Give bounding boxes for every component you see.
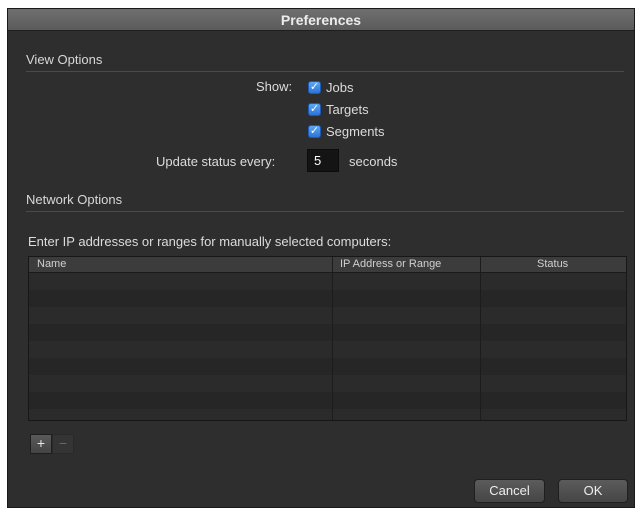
network-options-title: Network Options [26,192,123,207]
seconds-label: seconds [349,154,398,169]
table-row [29,392,626,409]
jobs-label: Jobs [326,79,354,95]
checkmark-icon: ✓ [309,102,320,115]
segments-label: Segments [326,123,385,139]
targets-checkbox-row[interactable]: ✓ Targets [308,100,369,118]
checkmark-icon: ✓ [309,124,320,137]
table-header: Name IP Address or Range Status [29,257,626,273]
targets-checkbox[interactable]: ✓ [308,102,321,116]
segments-checkbox-row[interactable]: ✓ Segments [308,122,385,140]
network-options-divider [26,211,624,212]
cancel-button[interactable]: Cancel [474,479,545,503]
show-label: Show: [256,79,293,94]
ip-instruction-text: Enter IP addresses or ranges for manuall… [28,234,392,249]
jobs-checkbox[interactable]: ✓ [308,80,321,94]
table-row [29,273,626,290]
targets-label: Targets [326,101,369,117]
ok-button[interactable]: OK [558,479,628,503]
jobs-checkbox-row[interactable]: ✓ Jobs [308,78,353,96]
column-divider [480,257,481,420]
column-header-name[interactable]: Name [37,258,66,270]
table-row [29,324,626,341]
checkmark-icon: ✓ [309,80,320,93]
table-row [29,307,626,324]
table-row [29,290,626,307]
column-header-status[interactable]: Status [537,258,568,270]
view-options-title: View Options [26,52,103,67]
remove-button[interactable]: − [52,434,74,454]
add-button[interactable]: + [30,434,52,454]
segments-checkbox[interactable]: ✓ [308,124,321,138]
window-title: Preferences [280,12,362,28]
title-bar: Preferences [8,9,634,31]
table-row [29,358,626,375]
table-row [29,409,626,420]
computers-table[interactable]: Name IP Address or Range Status [28,256,627,421]
update-interval-field[interactable]: 5 [307,149,339,172]
table-row [29,375,626,392]
update-status-label: Update status every: [156,154,276,169]
preferences-window: Preferences View Options Show: ✓ Jobs ✓ … [7,8,635,508]
view-options-divider [26,71,624,72]
column-divider [332,257,333,420]
table-row [29,341,626,358]
column-header-ip[interactable]: IP Address or Range [340,258,441,270]
add-remove-control: + − [30,434,82,454]
